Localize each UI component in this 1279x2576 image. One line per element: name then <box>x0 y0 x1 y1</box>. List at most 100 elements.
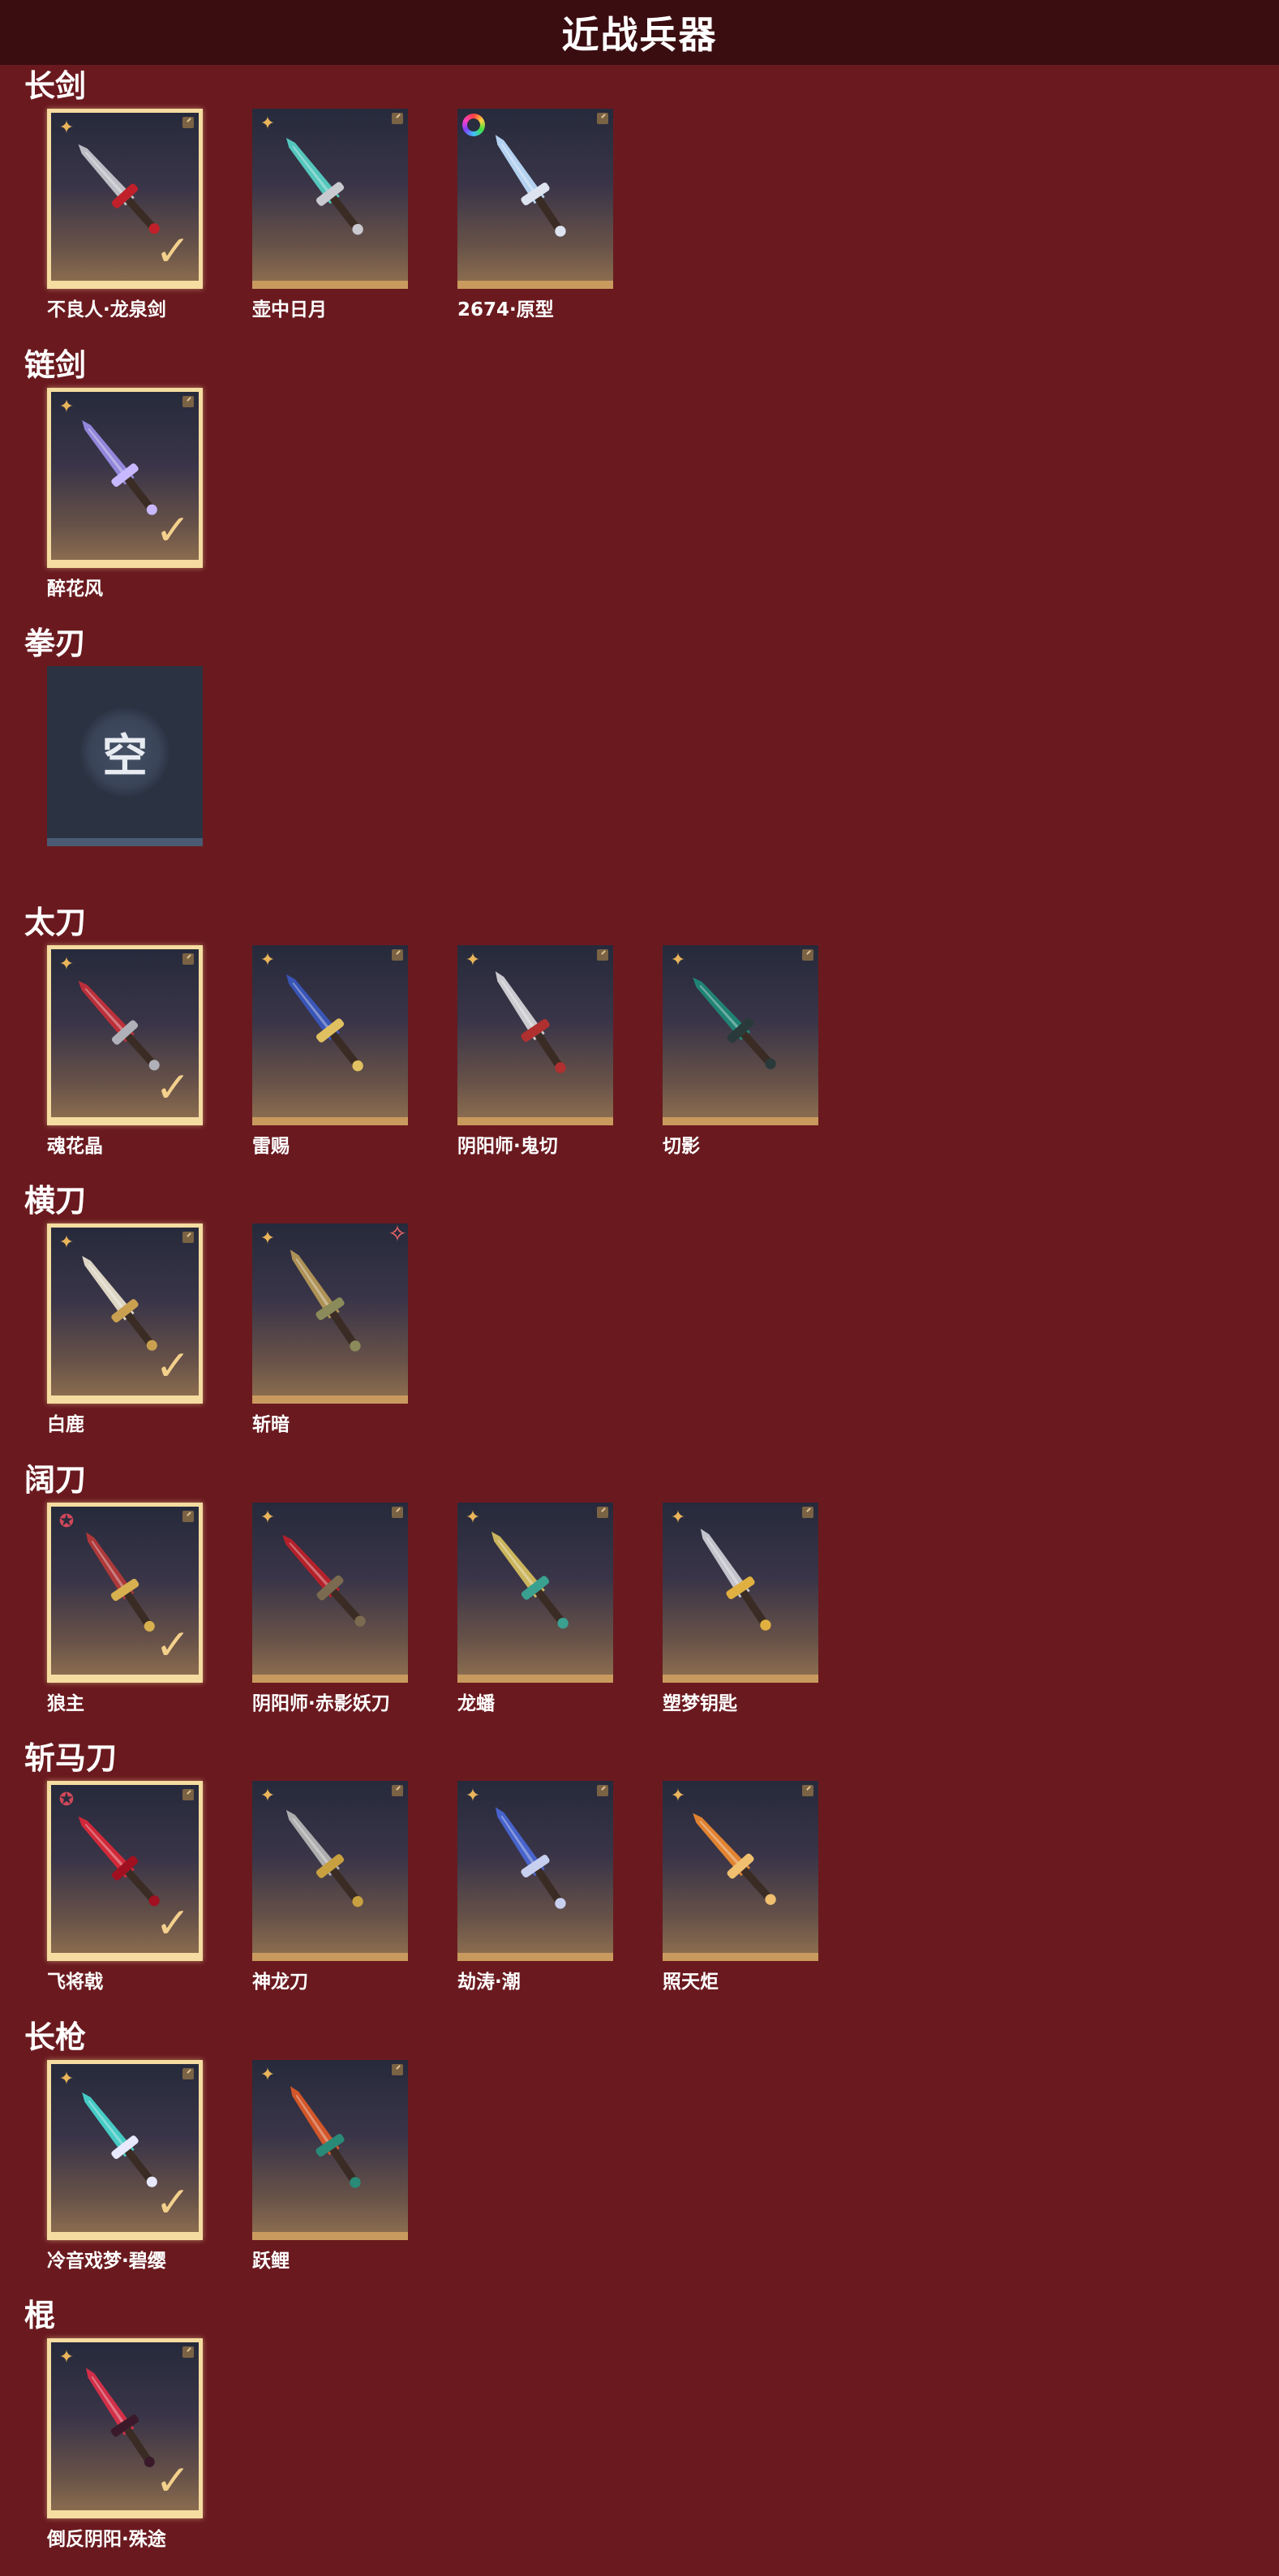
weapon-item[interactable]: ✦ ✧ 斩暗 <box>252 1220 408 1436</box>
weapon-name: 斩暗 <box>252 1414 290 1435</box>
category-title: 棍 <box>24 2298 56 2333</box>
weapon-name: 龙蟠 <box>457 1692 495 1714</box>
corner-tag-icon <box>597 1506 608 1518</box>
weapon-name: 雷赐 <box>252 1135 290 1157</box>
gold-star-icon: ✦ <box>465 1507 481 1528</box>
weapon-list: ✦ ✓ 冷音戏梦·碧缨 ✦ 跃鲤 <box>47 2059 457 2273</box>
gold-star-icon: ✦ <box>670 949 686 970</box>
weapon-list: ✦ ✓ 魂花晶 ✦ 雷赐 ✦ 阴阳师·鬼切 ✦ 切影 <box>47 944 868 1158</box>
weapon-item[interactable]: ✦ ✓ 醉花风 <box>47 387 203 600</box>
weapon-name: 神龙刀 <box>252 1972 308 1993</box>
weapon-card[interactable]: ✦ <box>457 1502 613 1683</box>
empty-slot[interactable]: 空 <box>47 666 203 846</box>
weapon-card[interactable]: ✦ <box>252 1781 408 1961</box>
weapon-item[interactable]: 空 <box>47 666 203 846</box>
weapon-card[interactable]: ✦ ✓ <box>47 109 203 289</box>
weapon-item[interactable]: ✦ 照天炬 <box>663 1781 818 1993</box>
gold-star-icon: ✦ <box>465 1786 481 1806</box>
weapon-name: 不良人·龙泉剑 <box>47 299 166 320</box>
weapon-item[interactable]: ✦ 阴阳师·鬼切 <box>457 944 613 1158</box>
corner-tag-icon <box>182 1510 194 1522</box>
weapon-name: 倒反阴阳·殊途 <box>47 2529 166 2550</box>
weapon-name: 切影 <box>663 1135 700 1157</box>
weapon-card[interactable]: ✪ ✓ <box>47 1502 203 1683</box>
page-title: 近战兵器 <box>561 13 718 57</box>
weapon-item[interactable]: ✪ ✓ 狼主 <box>47 1502 203 1715</box>
checkmark-icon: ✓ <box>155 2457 191 2505</box>
weapon-card[interactable] <box>457 109 613 289</box>
weapon-card[interactable]: ✦ <box>252 944 408 1125</box>
rainbow-ring-icon <box>462 114 485 136</box>
category-title: 拳刃 <box>24 626 87 661</box>
weapon-name: 阴阳师·鬼切 <box>457 1135 558 1157</box>
gold-star-icon: ✦ <box>260 949 276 970</box>
category-title: 长枪 <box>24 2019 87 2055</box>
checkmark-icon: ✓ <box>155 1063 191 1112</box>
weapon-name: 冷音戏梦·碧缨 <box>47 2250 166 2272</box>
weapon-item[interactable]: ✦ 龙蟠 <box>457 1502 613 1715</box>
weapon-name: 劫涛·潮 <box>457 1972 521 1993</box>
weapon-card[interactable]: ✦ ✓ <box>47 2059 203 2240</box>
red-corner-icon: ✧ <box>388 1220 407 1247</box>
weapon-list: ✦ ✓ 醉花风 <box>47 387 252 600</box>
weapon-item[interactable]: ✦ 切影 <box>663 944 818 1158</box>
category-title: 斩马刀 <box>24 1740 118 1776</box>
weapon-item[interactable]: 2674·原型 <box>457 109 613 321</box>
page-header: 近战兵器 <box>0 0 1279 65</box>
weapon-name: 2674·原型 <box>457 299 554 320</box>
weapon-item[interactable]: ✦ 雷赐 <box>252 944 408 1158</box>
weapon-list: 空 <box>47 666 252 846</box>
weapon-name: 狼主 <box>47 1692 84 1714</box>
corner-tag-icon <box>182 2067 194 2079</box>
weapon-item[interactable]: ✦ 阴阳师·赤影妖刀 <box>252 1502 408 1715</box>
weapon-item[interactable]: ✪ ✓ 飞将戟 <box>47 1781 203 1993</box>
weapon-category: 长枪 ✦ ✓ 冷音戏梦·碧缨 ✦ 跃鲤 <box>24 2019 457 2273</box>
category-title: 链剑 <box>24 346 87 383</box>
weapon-category: 太刀 ✦ ✓ 魂花晶 ✦ 雷赐 ✦ 阴阳师·鬼切 ✦ 切影 <box>24 905 868 1158</box>
weapon-card[interactable]: ✦ ✓ <box>47 944 203 1125</box>
gold-star-icon: ✦ <box>260 114 276 134</box>
gold-star-icon: ✦ <box>58 118 75 138</box>
category-title: 太刀 <box>24 904 87 940</box>
weapon-item[interactable]: ✦ 劫涛·潮 <box>457 1781 613 1993</box>
weapon-name: 照天炬 <box>663 1972 719 1993</box>
corner-tag-icon <box>392 113 403 124</box>
weapon-category: 棍 ✦ ✓ 倒反阴阳·殊途 <box>24 2298 252 2551</box>
weapon-item[interactable]: ✦ ✓ 倒反阴阳·殊途 <box>47 2338 203 2551</box>
gold-star-icon: ✦ <box>58 2068 75 2089</box>
weapon-card[interactable]: ✦ <box>457 944 613 1125</box>
weapon-item[interactable]: ✦ ✓ 不良人·龙泉剑 <box>47 109 203 321</box>
gold-star-icon: ✦ <box>260 1507 276 1528</box>
gold-star-icon: ✦ <box>58 1232 75 1253</box>
weapon-card[interactable]: ✦ ✓ <box>47 2338 203 2518</box>
empty-label: 空 <box>102 729 148 783</box>
weapon-category: 链剑 ✦ ✓ 醉花风 <box>24 347 252 600</box>
corner-tag-icon <box>392 1785 403 1796</box>
weapon-item[interactable]: ✦ ✓ 魂花晶 <box>47 944 203 1158</box>
weapon-card[interactable]: ✦ ✓ <box>47 1223 203 1404</box>
weapon-item[interactable]: ✦ 神龙刀 <box>252 1781 408 1993</box>
weapon-item[interactable]: ✦ 跃鲤 <box>252 2059 408 2273</box>
weapon-card[interactable]: ✦ <box>663 1781 818 1961</box>
corner-tag-icon <box>182 1232 194 1243</box>
weapon-item[interactable]: ✦ 塑梦钥匙 <box>663 1502 818 1715</box>
weapon-card[interactable]: ✦ ✧ <box>252 1220 408 1404</box>
weapon-category: 横刀 ✦ ✓ 白鹿 ✦ ✧ 斩暗 <box>24 1183 457 1436</box>
weapon-item[interactable]: ✦ 壶中日月 <box>252 109 408 321</box>
empty-slot-icon: 空 <box>80 707 170 797</box>
weapon-card[interactable]: ✪ ✓ <box>47 1781 203 1961</box>
corner-tag-icon <box>802 1785 813 1796</box>
weapon-card[interactable]: ✦ <box>663 944 818 1125</box>
weapon-card[interactable]: ✦ ✓ <box>47 387 203 568</box>
weapon-card[interactable]: ✦ <box>252 109 408 289</box>
weapon-category: 阔刀 ✪ ✓ 狼主 ✦ 阴阳师·赤影妖刀 ✦ 龙蟠 ✦ 塑梦钥匙 <box>24 1462 868 1715</box>
weapon-card[interactable]: ✦ <box>252 1502 408 1683</box>
weapon-card[interactable]: ✦ <box>663 1502 818 1683</box>
weapon-list: ✦ ✓ 倒反阴阳·殊途 <box>47 2338 252 2551</box>
weapon-card[interactable]: ✦ <box>252 2059 408 2240</box>
weapon-category: 拳刃空 <box>24 626 252 846</box>
weapon-item[interactable]: ✦ ✓ 白鹿 <box>47 1223 203 1436</box>
weapon-category: 斩马刀 ✪ ✓ 飞将戟 ✦ 神龙刀 ✦ 劫涛·潮 ✦ 照天炬 <box>24 1740 868 1993</box>
weapon-item[interactable]: ✦ ✓ 冷音戏梦·碧缨 <box>47 2059 203 2273</box>
weapon-card[interactable]: ✦ <box>457 1781 613 1961</box>
